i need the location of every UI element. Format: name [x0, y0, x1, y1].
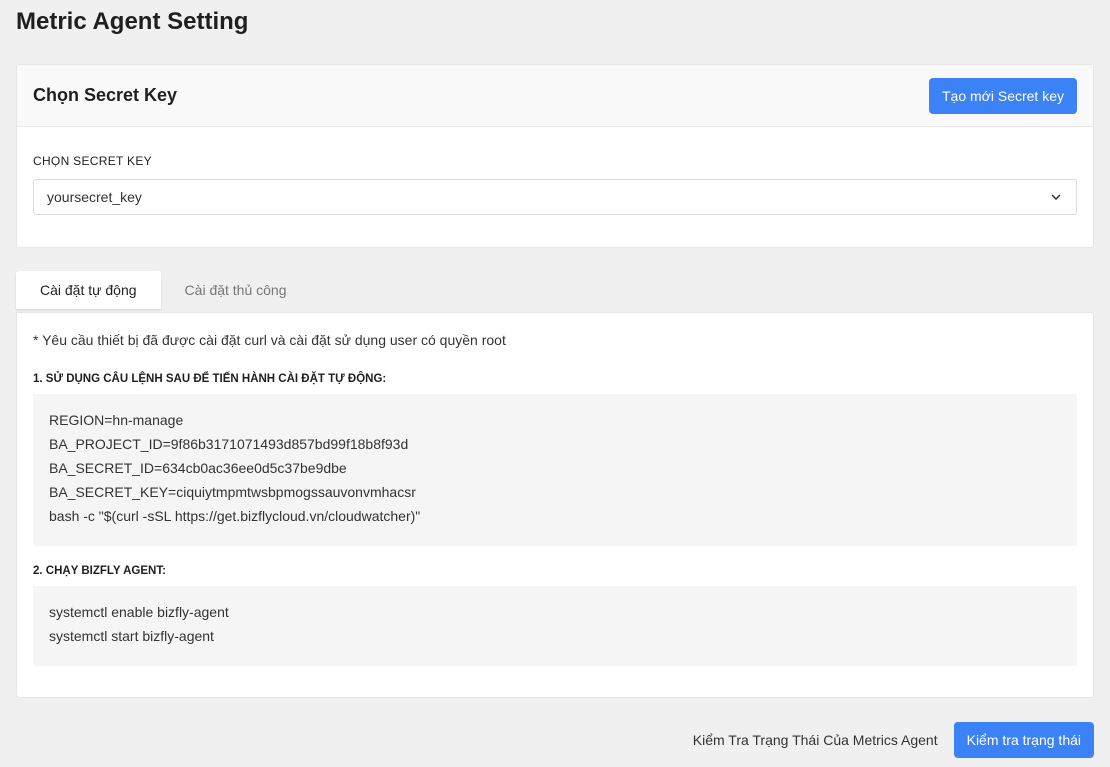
chevron-down-icon	[1050, 191, 1062, 203]
create-secret-key-button[interactable]: Tạo mới Secret key	[929, 77, 1077, 114]
auto-install-panel: * Yêu cầu thiết bị đã được cài đặt curl …	[16, 312, 1094, 698]
secret-key-field-label: CHỌN SECRET KEY	[33, 154, 152, 168]
page-title: Metric Agent Setting	[16, 8, 249, 35]
tab-manual-install[interactable]: Cài đặt thủ công	[161, 271, 311, 308]
secret-key-select-value: yoursecret_key	[47, 189, 142, 205]
code-line: bash -c "$(curl -sSL https://get.bizflyc…	[49, 508, 421, 524]
code-line: BA_PROJECT_ID=9f86b3171071493d857bd99f18…	[49, 436, 409, 452]
check-status-button[interactable]: Kiểm tra trạng thái	[953, 722, 1094, 758]
secret-key-card: Chọn Secret Key Tạo mới Secret key CHỌN …	[16, 64, 1094, 248]
install-tabs: Cài đặt tự động Cài đặt thủ công	[16, 271, 311, 313]
run-agent-command-box[interactable]: systemctl enable bizfly-agent systemctl …	[33, 586, 1077, 666]
code-line: BA_SECRET_KEY=ciquiytmpmtwsbpmogssauvonv…	[49, 484, 416, 500]
requirement-note: * Yêu cầu thiết bị đã được cài đặt curl …	[33, 332, 506, 348]
install-command-box[interactable]: REGION=hn-manage BA_PROJECT_ID=9f86b3171…	[33, 394, 1077, 546]
code-line: systemctl start bizfly-agent	[49, 628, 214, 644]
step1-title: 1. SỬ DỤNG CÂU LỆNH SAU ĐỂ TIẾN HÀNH CÀI…	[33, 373, 387, 385]
step2-title: 2. CHẠY BIZFLY AGENT:	[33, 565, 166, 577]
secret-key-card-title: Chọn Secret Key	[33, 85, 178, 105]
code-line: BA_SECRET_ID=634cb0ac36ee0d5c37be9dbe	[49, 460, 347, 476]
secret-key-card-header: Chọn Secret Key Tạo mới Secret key	[17, 65, 1093, 127]
status-check-label: Kiểm Tra Trạng Thái Của Metrics Agent	[692, 732, 938, 748]
code-line: REGION=hn-manage	[49, 412, 184, 428]
status-check-footer: Kiểm Tra Trạng Thái Của Metrics Agent Ki…	[693, 722, 1094, 758]
secret-key-select[interactable]: yoursecret_key	[33, 179, 1077, 215]
code-line: systemctl enable bizfly-agent	[49, 604, 229, 620]
tab-auto-install[interactable]: Cài đặt tự động	[16, 271, 161, 309]
